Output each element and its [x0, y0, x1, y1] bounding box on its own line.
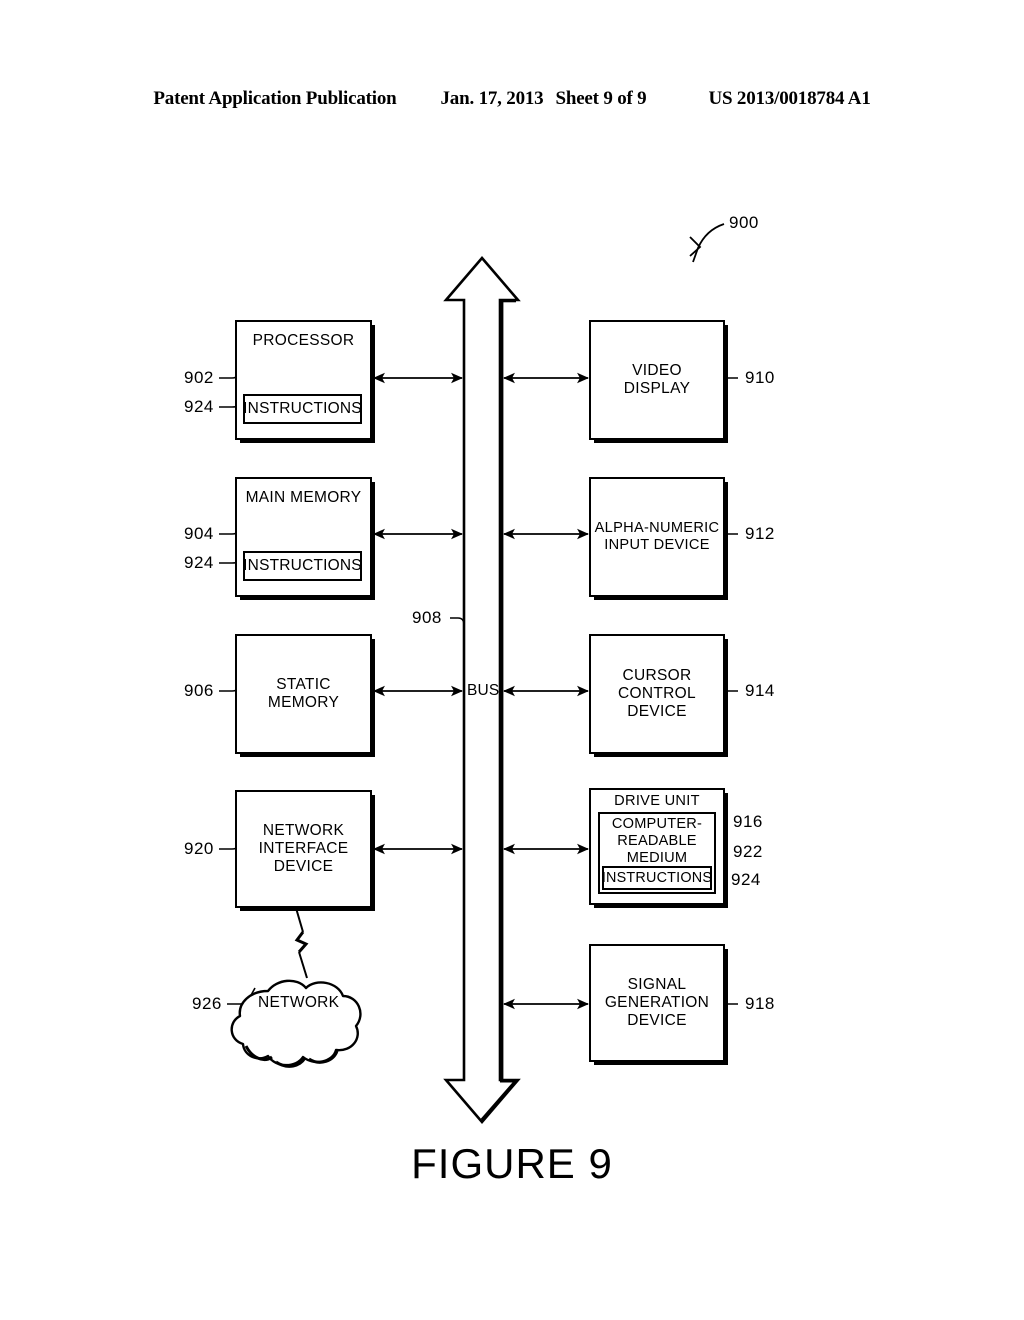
ref-926: 926 — [192, 994, 222, 1013]
drive-unit-block[interactable]: DRIVE UNIT COMPUTER- READABLE MEDIUM INS… — [589, 788, 725, 905]
ref-920: 920 — [184, 839, 214, 858]
bus-connector-group-right — [503, 372, 589, 1010]
signal-generation-line3: DEVICE — [627, 1012, 687, 1030]
computer-readable-medium-line2: READABLE — [617, 832, 697, 849]
static-memory-line2: MEMORY — [267, 694, 340, 711]
diagram-vector-layer — [219, 223, 738, 1124]
ref-922: 922 — [733, 842, 763, 861]
cursor-control-line2: CONTROL — [618, 684, 696, 702]
ref-916: 916 — [733, 812, 763, 831]
ref-906: 906 — [184, 681, 214, 700]
main-memory-label: MAIN MEMORY — [245, 489, 362, 506]
computer-readable-medium-subbox[interactable]: COMPUTER- READABLE MEDIUM INSTRUCTIONS — [598, 812, 716, 894]
cursor-control-device-block[interactable]: CURSOR CONTROL DEVICE — [589, 634, 725, 754]
main-memory-instructions-subbox[interactable]: INSTRUCTIONS — [243, 551, 362, 581]
cursor-control-line3: DEVICE — [627, 703, 687, 721]
alpha-numeric-input-line1: ALPHA-NUMERIC — [594, 519, 720, 536]
main-memory-block[interactable]: MAIN MEMORY INSTRUCTIONS — [235, 477, 372, 597]
signal-generation-device-block[interactable]: SIGNAL GENERATION DEVICE — [589, 944, 725, 1062]
alpha-numeric-input-line2: INPUT DEVICE — [604, 537, 710, 553]
ref-910: 910 — [745, 368, 775, 387]
ref-908-bus: 908 — [412, 608, 442, 627]
network-interface-line3: DEVICE — [273, 858, 334, 876]
video-display-block[interactable]: VIDEO DISPLAY — [589, 320, 725, 440]
computer-readable-medium-line3: MEDIUM — [626, 849, 688, 866]
processor-instructions-subbox[interactable]: INSTRUCTIONS — [243, 394, 362, 424]
ref-924-processor: 924 — [184, 397, 214, 416]
ref-924-drive-unit: 924 — [731, 870, 761, 889]
ref-914: 914 — [745, 681, 775, 700]
main-memory-instructions-label: INSTRUCTIONS — [243, 556, 362, 574]
ref-900-system: 900 — [729, 213, 759, 232]
network-interface-device-block[interactable]: NETWORK INTERFACE DEVICE — [235, 790, 372, 908]
video-display-line1: VIDEO — [632, 361, 682, 379]
signal-generation-line2: GENERATION — [604, 993, 710, 1011]
network-cloud-label: NETWORK — [258, 994, 340, 1011]
network-interface-line1: NETWORK — [262, 821, 345, 839]
alpha-numeric-input-device-block[interactable]: ALPHA-NUMERIC INPUT DEVICE — [589, 477, 725, 597]
processor-instructions-label: INSTRUCTIONS — [243, 399, 362, 417]
static-memory-block[interactable]: STATIC MEMORY — [235, 634, 372, 754]
wireless-link-line — [294, 907, 309, 979]
network-interface-line2: INTERFACE — [258, 839, 349, 857]
ref-912: 912 — [745, 524, 775, 543]
figure-9-diagram: PROCESSOR INSTRUCTIONS MAIN MEMORY INSTR… — [0, 0, 1024, 1320]
signal-generation-line1: SIGNAL — [627, 975, 687, 993]
figure-caption: FIGURE 9 — [411, 1140, 613, 1187]
drive-unit-instructions-label: INSTRUCTIONS — [601, 869, 713, 886]
ref-918: 918 — [745, 994, 775, 1013]
drive-unit-label: DRIVE UNIT — [614, 793, 700, 809]
ref-904: 904 — [184, 524, 214, 543]
reference-leader-bus — [450, 617, 465, 634]
static-memory-line1: STATIC — [276, 675, 331, 693]
processor-label: PROCESSOR — [252, 332, 355, 349]
video-display-line2: DISPLAY — [623, 380, 691, 397]
bus-label: BUS — [467, 682, 500, 699]
reference-leader-system — [689, 223, 725, 263]
processor-block[interactable]: PROCESSOR INSTRUCTIONS — [235, 320, 372, 440]
ref-924-main-memory: 924 — [184, 553, 214, 572]
cursor-control-line1: CURSOR — [622, 666, 692, 684]
drive-unit-instructions-subbox[interactable]: INSTRUCTIONS — [602, 866, 712, 890]
computer-readable-medium-line1: COMPUTER- — [611, 816, 703, 832]
ref-902: 902 — [184, 368, 214, 387]
